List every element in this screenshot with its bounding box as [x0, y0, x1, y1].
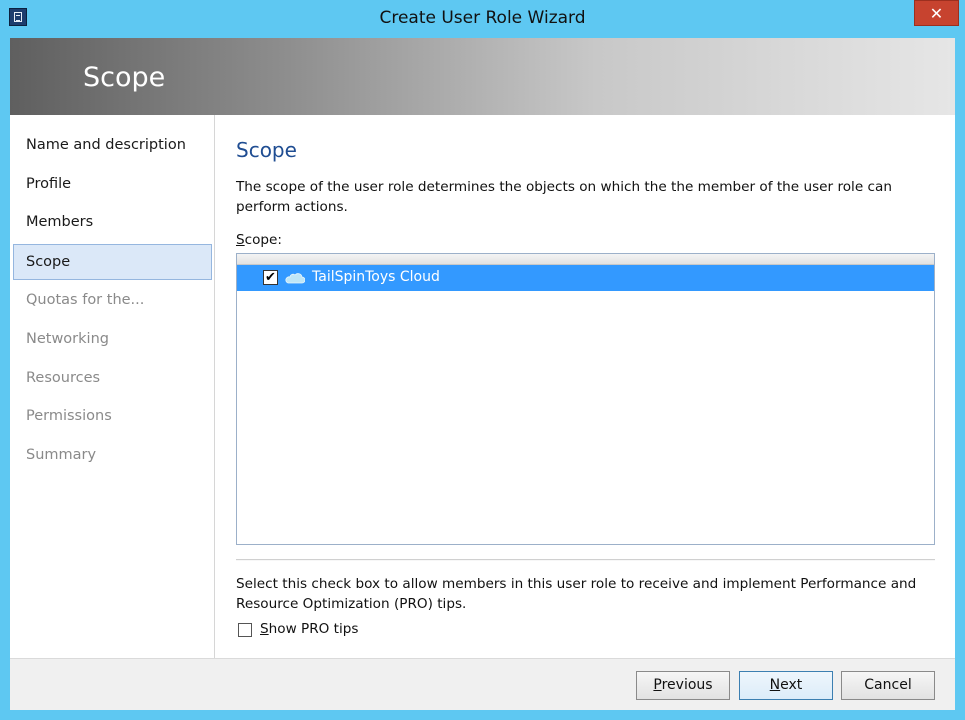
- previous-accesskey: P: [653, 677, 662, 693]
- nav-item-resources: Resources: [26, 370, 101, 386]
- show-pro-tips-checkbox[interactable]: [238, 623, 252, 637]
- close-button[interactable]: ✕: [914, 0, 959, 26]
- page-heading: Scope: [236, 138, 297, 162]
- next-accesskey: N: [769, 677, 781, 693]
- scope-item-label: TailSpinToys Cloud: [312, 269, 440, 285]
- show-pro-tips-label[interactable]: Show PRO tips: [260, 621, 359, 637]
- scope-label-accesskey: S: [236, 232, 245, 248]
- next-button[interactable]: Next: [739, 671, 833, 700]
- pro-tips-description: Select this check box to allow members i…: [236, 576, 917, 612]
- nav-item-members[interactable]: Members: [13, 205, 212, 241]
- window-title: Create User Role Wizard: [379, 8, 586, 28]
- nav-item-permissions: Permissions: [26, 408, 112, 424]
- previous-label: revious: [661, 677, 713, 693]
- next-label: ext: [780, 677, 803, 693]
- cloud-icon: [285, 273, 305, 284]
- scope-tree[interactable]: ✔ TailSpinToys Cloud: [236, 253, 935, 545]
- nav-item-profile[interactable]: Profile: [13, 167, 212, 203]
- scope-item-checkbox[interactable]: ✔: [263, 270, 278, 285]
- scope-description: The scope of the user role determines th…: [236, 179, 892, 215]
- nav-item-name-and-description[interactable]: Name and description: [13, 128, 212, 164]
- pro-label-text: how PRO tips: [268, 621, 359, 637]
- cancel-button[interactable]: Cancel: [841, 671, 935, 700]
- nav-item-scope[interactable]: Scope: [13, 244, 212, 280]
- banner-title: Scope: [83, 62, 166, 93]
- close-icon: ✕: [929, 3, 944, 23]
- scope-tree-header: [237, 254, 934, 265]
- previous-button[interactable]: Previous: [636, 671, 730, 700]
- scope-label: Scope:: [236, 232, 282, 248]
- title-bar[interactable]: Create User Role Wizard ✕: [0, 0, 965, 38]
- wizard-content: Name and description Profile Members Sco…: [10, 115, 955, 658]
- main-panel: Scope The scope of the user role determi…: [216, 115, 955, 658]
- scope-label-text: cope:: [244, 232, 283, 248]
- wizard-window: Create User Role Wizard ✕ Scope Name and…: [0, 0, 965, 720]
- nav-item-summary: Summary: [26, 447, 97, 463]
- section-divider: [236, 559, 935, 561]
- checkmark-icon: ✔: [265, 270, 276, 285]
- wizard-footer: Previous Next Cancel: [10, 658, 955, 710]
- wizard-steps-nav: Name and description Profile Members Sco…: [10, 115, 215, 658]
- header-banner: Scope: [10, 38, 955, 115]
- pro-label-accesskey: S: [260, 621, 269, 637]
- nav-item-networking: Networking: [26, 331, 109, 347]
- scope-item-tailspintoys-cloud[interactable]: ✔ TailSpinToys Cloud: [237, 265, 934, 291]
- nav-item-quotas: Quotas for the...: [26, 292, 145, 308]
